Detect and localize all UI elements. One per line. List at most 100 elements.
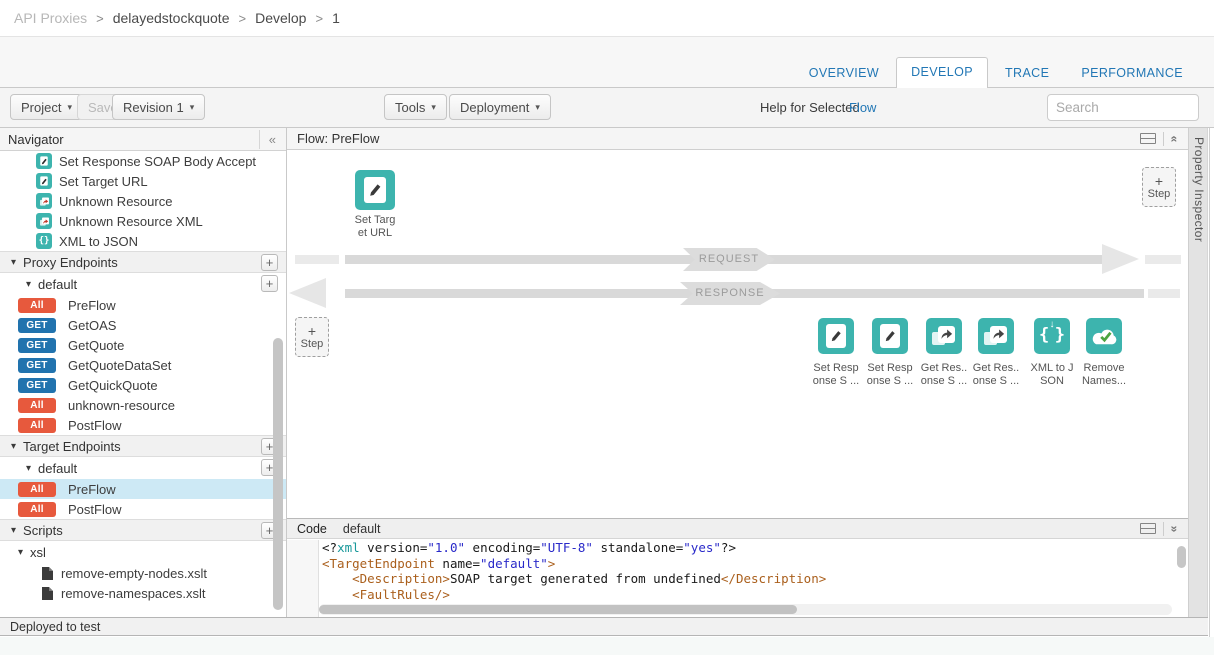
collapse-up-icon[interactable]: « <box>1168 135 1182 142</box>
footer-space <box>0 637 1214 655</box>
flow-row-getoas[interactable]: GET GetOAS <box>0 315 286 335</box>
section-target-endpoints[interactable]: ▾ Target Endpoints + <box>0 435 286 457</box>
caret-down-icon[interactable]: ▾ <box>26 463 31 474</box>
subsection-label: default <box>38 277 77 292</box>
scripts-group-xsl[interactable]: ▾ xsl <box>0 541 286 563</box>
breadcrumb-separator: > <box>96 11 104 26</box>
collapse-down-icon[interactable]: » <box>1168 525 1182 532</box>
response-lane-label: RESPONSE <box>680 282 780 305</box>
add-proxy-endpoint-button[interactable]: + <box>261 254 278 271</box>
help-flow-link[interactable]: Flow <box>849 100 876 115</box>
braces-icon: {} <box>36 233 52 249</box>
breadcrumb-separator: > <box>239 11 247 26</box>
add-step-label: Step <box>301 338 324 350</box>
pencil-icon <box>826 324 846 348</box>
search-input[interactable] <box>1047 94 1199 121</box>
add-step-response-button[interactable]: + Step <box>295 317 329 357</box>
flow-row-preflow[interactable]: All PreFlow <box>0 295 286 315</box>
revision-menu-button[interactable]: Revision 1 ▾ <box>112 94 205 120</box>
code-line-4: 4 <FaultRules/> <box>287 587 1188 603</box>
code-editor[interactable]: 1 <?xml version="1.0" encoding="UTF-8" s… <box>287 540 1188 617</box>
flow-row-getquote[interactable]: GET GetQuote <box>0 335 286 355</box>
tools-menu-button[interactable]: Tools ▾ <box>384 94 447 120</box>
breadcrumb-develop[interactable]: Develop <box>255 10 306 26</box>
policy-item-unknown-resource[interactable]: Unknown Resource <box>0 191 286 211</box>
collapse-panel-icon[interactable]: « <box>259 130 278 149</box>
code-tab-default[interactable]: default <box>343 522 381 536</box>
step-set-target-url[interactable] <box>355 170 395 210</box>
policy-item-label: Unknown Resource XML <box>59 214 203 229</box>
flow-label: unknown-resource <box>68 398 175 413</box>
property-inspector-strip[interactable]: Property Inspector <box>1188 128 1208 617</box>
scrollbar-thumb[interactable] <box>319 605 797 614</box>
method-badge-all: All <box>18 418 56 433</box>
tab-performance[interactable]: PERFORMANCE <box>1066 58 1198 88</box>
step-remove-namespaces[interactable] <box>1086 318 1122 354</box>
step-get-response-1[interactable] <box>926 318 962 354</box>
policy-item-unknown-resource-xml[interactable]: Unknown Resource XML <box>0 211 286 231</box>
flow-canvas[interactable]: Set Targ et URL + Step REQUEST RESPONSE … <box>287 151 1188 518</box>
toolbar: Project ▾ Save Revision 1 ▾ Tools ▾ Depl… <box>0 88 1214 128</box>
breadcrumb-proxy-name[interactable]: delayedstockquote <box>113 10 230 26</box>
help-for-selected-label: Help for Selected <box>760 100 860 115</box>
flow-label: GetQuote <box>68 338 124 353</box>
flow-row-target-postflow[interactable]: All PostFlow <box>0 499 286 519</box>
tab-trace[interactable]: TRACE <box>990 58 1064 88</box>
deployment-menu-button[interactable]: Deployment ▾ <box>449 94 551 120</box>
method-badge-all: All <box>18 398 56 413</box>
caret-down-icon[interactable]: ▾ <box>11 257 16 268</box>
code-line-source: <Description>SOAP target generated from … <box>318 571 826 587</box>
caret-down-icon[interactable]: ▾ <box>26 279 31 290</box>
project-menu-label: Project <box>21 100 61 115</box>
step-set-response-2[interactable] <box>872 318 908 354</box>
caret-down-icon[interactable]: ▾ <box>18 547 23 558</box>
tools-menu-label: Tools <box>395 100 425 115</box>
caret-down-icon[interactable]: ▾ <box>11 441 16 452</box>
target-endpoint-default[interactable]: ▾ default + <box>0 457 286 479</box>
add-flow-button[interactable]: + <box>261 275 278 292</box>
breadcrumb-revision[interactable]: 1 <box>332 10 340 26</box>
method-badge-all: All <box>18 298 56 313</box>
flow-row-target-preflow-selected[interactable]: All PreFlow <box>0 479 286 499</box>
request-lane-stub <box>1145 255 1181 264</box>
tab-overview[interactable]: OVERVIEW <box>794 58 894 88</box>
file-label: remove-namespaces.xslt <box>61 586 206 601</box>
step-set-response-1[interactable] <box>818 318 854 354</box>
code-vertical-scrollbar[interactable] <box>1177 546 1186 568</box>
code-panel-header: Code default » <box>287 519 1188 539</box>
navigator-scrollbar[interactable] <box>273 338 283 610</box>
flow-row-unknown-resource[interactable]: All unknown-resource <box>0 395 286 415</box>
section-label: Scripts <box>23 523 63 538</box>
resource-icon <box>36 193 52 209</box>
proxy-endpoint-default[interactable]: ▾ default + <box>0 273 286 295</box>
flow-row-getquotedataset[interactable]: GET GetQuoteDataSet <box>0 355 286 375</box>
script-file-remove-empty-nodes[interactable]: remove-empty-nodes.xslt <box>0 563 286 583</box>
breadcrumb-root-link[interactable]: API Proxies <box>14 10 87 26</box>
code-horizontal-scrollbar[interactable] <box>319 604 1172 615</box>
section-scripts[interactable]: ▾ Scripts + <box>0 519 286 541</box>
section-proxy-endpoints[interactable]: ▾ Proxy Endpoints + <box>0 251 286 273</box>
policy-item-set-target-url[interactable]: Set Target URL <box>0 171 286 191</box>
braces-glyph: {} <box>39 236 50 246</box>
split-panel-icon[interactable] <box>1140 523 1156 534</box>
split-panel-icon[interactable] <box>1140 133 1156 144</box>
tab-develop[interactable]: DEVELOP <box>896 57 988 88</box>
code-line-1: 1 <?xml version="1.0" encoding="UTF-8" s… <box>287 540 1188 556</box>
caret-down-icon[interactable]: ▾ <box>11 525 16 536</box>
step-get-response-2[interactable] <box>978 318 1014 354</box>
flow-row-getquickquote[interactable]: GET GetQuickQuote <box>0 375 286 395</box>
flow-label: PostFlow <box>68 502 121 517</box>
step-xml-to-json[interactable]: { ↓ } <box>1034 318 1070 354</box>
policy-item-xml-to-json[interactable]: {} XML to JSON <box>0 231 286 251</box>
flow-row-postflow[interactable]: All PostFlow <box>0 415 286 435</box>
flow-panel-header: Flow: PreFlow « <box>287 128 1188 150</box>
code-line-source: <FaultRules/> <box>318 587 450 603</box>
code-line-source: <?xml version="1.0" encoding="UTF-8" sta… <box>318 540 736 556</box>
flow-title: Flow: PreFlow <box>297 131 379 146</box>
script-file-remove-namespaces[interactable]: remove-namespaces.xslt <box>0 583 286 603</box>
project-menu-button[interactable]: Project ▾ <box>10 94 83 120</box>
pencil-icon <box>364 177 386 203</box>
add-step-request-button[interactable]: + Step <box>1142 167 1176 207</box>
policy-item-set-response-soap-body-accept[interactable]: Set Response SOAP Body Accept <box>0 151 286 171</box>
plus-icon: + <box>308 324 316 338</box>
